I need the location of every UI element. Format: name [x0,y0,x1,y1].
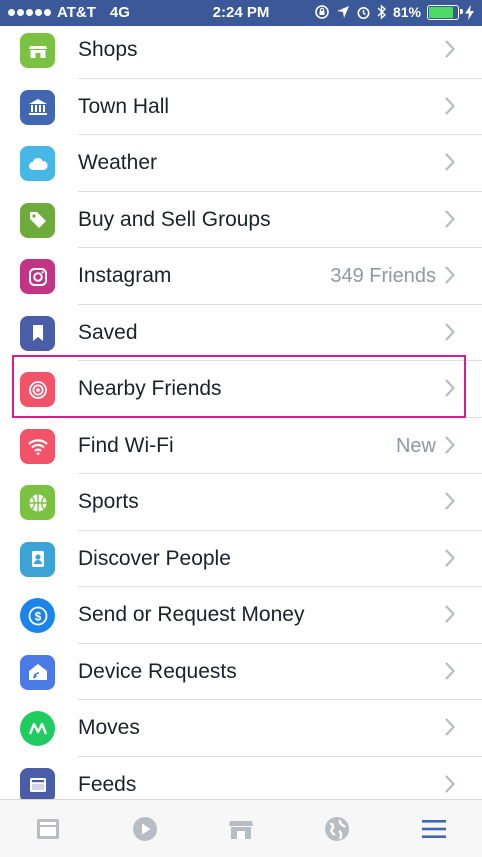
menu-item-label: Device Requests [78,659,237,683]
tab-video[interactable] [125,809,165,849]
people-card-icon [20,541,55,577]
shop-icon [20,33,55,68]
cloud-icon [20,146,55,181]
menu-item-saved[interactable]: Saved [0,305,482,361]
menu-item-label: Weather [78,151,157,174]
rotation-lock-icon [315,5,329,19]
bottom-tab-bar [0,799,482,857]
nearby-target-icon [20,372,55,407]
menu-item-label: Moves [78,716,140,739]
price-tag-icon [20,202,55,238]
menu-icon [421,819,446,838]
chevron-right-icon [445,435,455,454]
menu-item-town-hall[interactable]: Town Hall [0,79,482,135]
feeds-icon [20,767,55,803]
instagram-icon [20,259,55,294]
town-hall-icon [20,89,55,125]
wifi-icon [20,428,55,464]
menu-item-label: Find Wi-Fi [78,433,174,457]
marketplace-icon [228,820,253,839]
menu-item-label: Sports [78,490,139,513]
chevron-right-icon [445,605,455,623]
globe-notifications-icon [325,816,350,841]
chevron-right-icon [445,492,455,510]
svg-text:$: $ [34,609,41,623]
chevron-right-icon [445,661,455,680]
menu-item-shops[interactable]: Shops [0,22,482,79]
menu-item-discover-people[interactable]: Discover People [0,531,482,587]
menu-item-send-or-request-money[interactable]: $ Send or Request Money [0,587,482,644]
dollar-icon: $ [20,598,55,633]
chevron-right-icon [445,266,455,284]
moves-icon [20,711,55,746]
menu-item-find-wi-fi[interactable]: Find Wi-Fi New [0,418,482,474]
chevron-right-icon [445,96,455,115]
menu-item-label: Nearby Friends [78,377,222,400]
chevron-right-icon [445,774,455,793]
chevron-right-icon [445,379,455,397]
tab-marketplace[interactable] [221,809,261,849]
bluetooth-icon [377,4,386,20]
bookmark-icon [20,315,55,351]
menu-item-label: Town Hall [78,94,170,118]
chevron-right-icon [445,209,455,228]
sports-ball-icon [20,485,55,520]
video-play-icon [132,816,157,841]
menu-item-weather[interactable]: Weather [0,135,482,192]
menu-item-meta: New [395,434,436,457]
menu-item-label: Feeds [78,772,137,796]
chevron-right-icon [445,322,455,341]
bookmarks-list: Shops Town Hall Weather Buy and Sell Groups… [0,22,482,813]
menu-item-label: Send or Request Money [78,603,305,626]
status-right: 81% [314,4,474,20]
menu-item-device-requests[interactable]: Device Requests [0,644,482,700]
alarm-icon [357,6,370,19]
news-feed-icon [37,818,60,839]
chevron-right-icon [445,548,455,567]
charging-bolt-icon [465,4,474,20]
chevron-right-icon [445,40,455,58]
menu-item-moves[interactable]: Moves [0,700,482,757]
menu-item-label: Shops [78,38,138,61]
tab-news-feed[interactable] [28,809,68,849]
menu-item-nearby-friends[interactable]: Nearby Friends [0,361,482,418]
menu-item-label: Discover People [78,546,231,570]
menu-item-sports[interactable]: Sports [0,474,482,531]
tab-menu[interactable] [414,809,454,849]
chevron-right-icon [445,153,455,171]
menu-item-label: Buy and Sell Groups [78,207,271,231]
menu-item-buy-and-sell-groups[interactable]: Buy and Sell Groups [0,192,482,248]
battery-percent: 81% [392,4,421,20]
menu-item-instagram[interactable]: Instagram 349 Friends [0,248,482,305]
device-house-icon [20,654,55,690]
chevron-right-icon [445,718,455,736]
menu-item-label: Instagram [78,264,172,287]
menu-item-label: Saved [78,320,138,344]
menu-item-meta: 349 Friends [330,265,436,287]
tab-notifications[interactable] [317,809,357,849]
location-arrow-icon [336,6,349,18]
battery-icon [427,4,463,20]
